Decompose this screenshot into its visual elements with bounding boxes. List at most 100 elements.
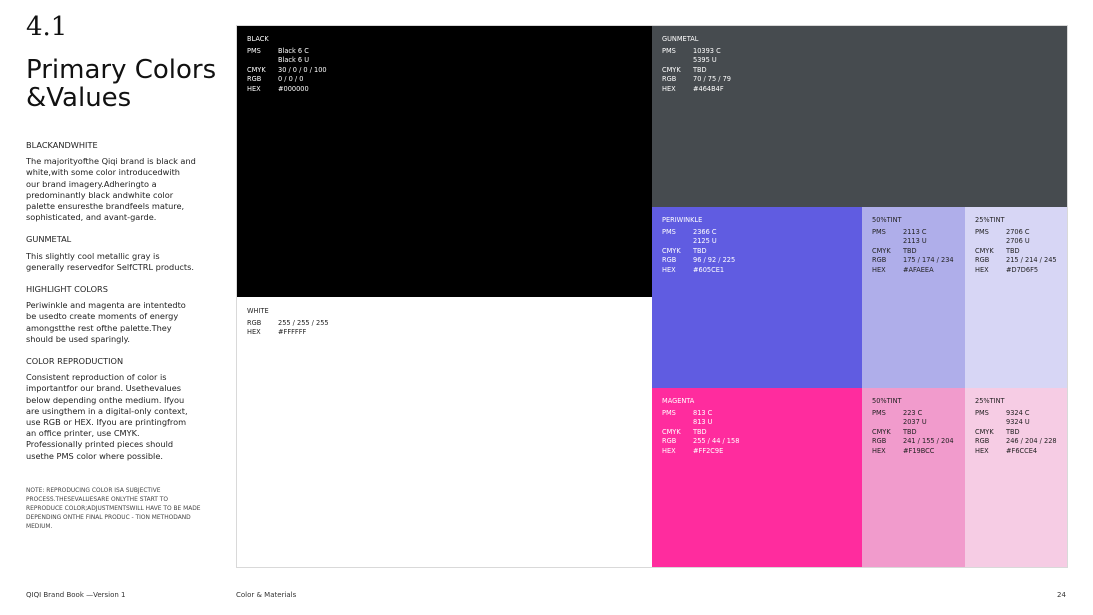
pms-value: 2113 C 2113 U <box>903 227 927 246</box>
hex-value: #000000 <box>278 84 309 93</box>
cmyk-value: TBD <box>1006 427 1020 436</box>
gunmetal-paragraph: This slightly cool metallic gray is gene… <box>26 250 194 272</box>
hex-value: #F6CCE4 <box>1006 446 1038 455</box>
cmyk-label: CMYK <box>872 246 891 255</box>
rgb-label: RGB <box>662 75 677 84</box>
intro-text: BLACKANDWHITE The majorityofthe Qiqi bra… <box>26 140 196 473</box>
rgb-label: RGB <box>872 256 887 265</box>
bw-paragraph: The majorityofthe Qiqi brand is black an… <box>26 156 196 223</box>
hex-label: HEX <box>247 84 261 93</box>
rgb-label: RGB <box>247 75 262 84</box>
pms-value: Black 6 C Black 6 U <box>278 46 310 65</box>
page-number: 24 <box>1057 591 1066 599</box>
pms-value: 10393 C 5395 U <box>693 46 721 65</box>
hex-value: #F19BCC <box>903 446 935 455</box>
rgb-label: RGB <box>662 256 677 265</box>
swatch-gunmetal: GUNMETAL PMS 10393 C 5395 U CMYK TBD RGB 70… <box>652 26 1067 207</box>
pms-label: PMS <box>872 408 886 417</box>
cmyk-label: CMYK <box>975 427 994 436</box>
pms-value: 813 C 813 U <box>693 408 713 427</box>
hex-label: HEX <box>872 446 886 455</box>
hex-label: HEX <box>975 446 989 455</box>
hex-label: HEX <box>662 446 676 455</box>
cmyk-value: TBD <box>693 65 707 74</box>
hex-value: #AFAEEA <box>903 265 934 274</box>
cmyk-value: TBD <box>1006 246 1020 255</box>
cmyk-value: TBD <box>693 246 707 255</box>
page-title-line1: Primary Colors <box>26 55 217 85</box>
swatch-name: 50%TINT <box>872 216 902 224</box>
rgb-value: 175 / 174 / 234 <box>903 256 954 265</box>
pms-label: PMS <box>662 227 676 236</box>
page-title-line2: &Values <box>26 83 132 113</box>
pms-value: 223 C 2037 U <box>903 408 927 427</box>
rgb-value: 96 / 92 / 225 <box>693 256 736 265</box>
pms-label: PMS <box>975 408 989 417</box>
cmyk-label: CMYK <box>247 65 266 74</box>
gunmetal-heading: GUNMETAL <box>26 234 72 245</box>
hex-label: HEX <box>247 328 261 337</box>
swatch-magenta-25: 25%TINT PMS 9324 C 9324 U CMYK TBD RGB 246 … <box>965 388 1067 567</box>
swatch-name: MAGENTA <box>662 397 695 405</box>
repro-heading: COLOR REPRODUCTION <box>26 356 124 367</box>
cmyk-value: TBD <box>903 427 917 436</box>
swatch-magenta: MAGENTA PMS 813 C 813 U CMYK TBD RGB 255 / … <box>652 388 862 567</box>
pms-label: PMS <box>975 227 989 236</box>
section-number: 4.1 <box>26 12 68 42</box>
repro-paragraph: Consistent reproduction of color is impo… <box>26 372 188 461</box>
hex-label: HEX <box>975 265 989 274</box>
pms-label: PMS <box>662 46 676 55</box>
swatch-name: WHITE <box>247 307 269 315</box>
swatch-name: 25%TINT <box>975 216 1005 224</box>
swatch-name: PERIWINKLE <box>662 216 703 224</box>
cmyk-label: CMYK <box>872 427 891 436</box>
rgb-label: RGB <box>662 437 677 446</box>
hex-value: #605CE1 <box>693 265 725 274</box>
rgb-value: 215 / 214 / 245 <box>1006 256 1057 265</box>
swatch-white: WHITE RGB 255 / 255 / 255 HEX #FFFFFF <box>237 297 652 567</box>
pms-label: PMS <box>872 227 886 236</box>
rgb-label: RGB <box>975 256 990 265</box>
highlight-heading: HIGHLIGHT COLORS <box>26 284 108 295</box>
page-title: Primary Colors &Values <box>26 56 226 112</box>
cmyk-value: 30 / 0 / 0 / 100 <box>278 65 327 74</box>
swatch-name: 50%TINT <box>872 397 902 405</box>
swatch-periwinkle: PERIWINKLE PMS 2366 C 2125 U CMYK TBD RGB 9… <box>652 207 862 388</box>
hex-label: HEX <box>662 265 676 274</box>
rgb-value: 246 / 204 / 228 <box>1006 437 1057 446</box>
hex-value: #464B4F <box>693 84 724 93</box>
swatch-periwinkle-50: 50%TINT PMS 2113 C 2113 U CMYK TBD RGB 175 … <box>862 207 965 388</box>
rgb-value: 255 / 255 / 255 <box>278 318 329 327</box>
swatch-name: BLACK <box>247 35 269 43</box>
rgb-value: 0 / 0 / 0 <box>278 75 304 84</box>
hex-value: #D7D6F5 <box>1006 265 1039 274</box>
swatch-name: GUNMETAL <box>662 35 699 43</box>
pms-value: 2366 C 2125 U <box>693 227 717 246</box>
bw-heading: BLACKANDWHITE <box>26 140 98 150</box>
hex-label: HEX <box>872 265 886 274</box>
cmyk-label: CMYK <box>662 427 681 436</box>
pms-label: PMS <box>247 46 261 55</box>
rgb-label: RGB <box>975 437 990 446</box>
footer-document-title: QIQI Brand Book —Version 1 <box>26 591 126 599</box>
swatch-name: 25%TINT <box>975 397 1005 405</box>
swatch-magenta-50: 50%TINT PMS 223 C 2037 U CMYK TBD RGB 241 /… <box>862 388 965 567</box>
footer-section: Color & Materials <box>236 591 297 599</box>
rgb-label: RGB <box>247 318 262 327</box>
reproduction-note: NOTE: REPRODUCING COLOR ISA SUBJECTIVE P… <box>26 488 201 530</box>
swatch-periwinkle-25: 25%TINT PMS 2706 C 2706 U CMYK TBD RGB 215 … <box>965 207 1067 388</box>
cmyk-value: TBD <box>693 427 707 436</box>
hex-value: #FF2C9E <box>693 446 724 455</box>
cmyk-label: CMYK <box>662 65 681 74</box>
pms-label: PMS <box>662 408 676 417</box>
swatch-black: BLACK PMS Black 6 C Black 6 U CMYK 30 / 0 … <box>237 26 652 297</box>
rgb-label: RGB <box>872 437 887 446</box>
cmyk-label: CMYK <box>975 246 994 255</box>
pms-value: 9324 C 9324 U <box>1006 408 1030 427</box>
rgb-value: 241 / 155 / 204 <box>903 437 954 446</box>
hex-label: HEX <box>662 84 676 93</box>
hex-value: #FFFFFF <box>278 328 307 337</box>
cmyk-label: CMYK <box>662 246 681 255</box>
highlight-paragraph: Periwinkle and magenta are intentedto be… <box>26 300 186 344</box>
rgb-value: 70 / 75 / 79 <box>693 75 731 84</box>
